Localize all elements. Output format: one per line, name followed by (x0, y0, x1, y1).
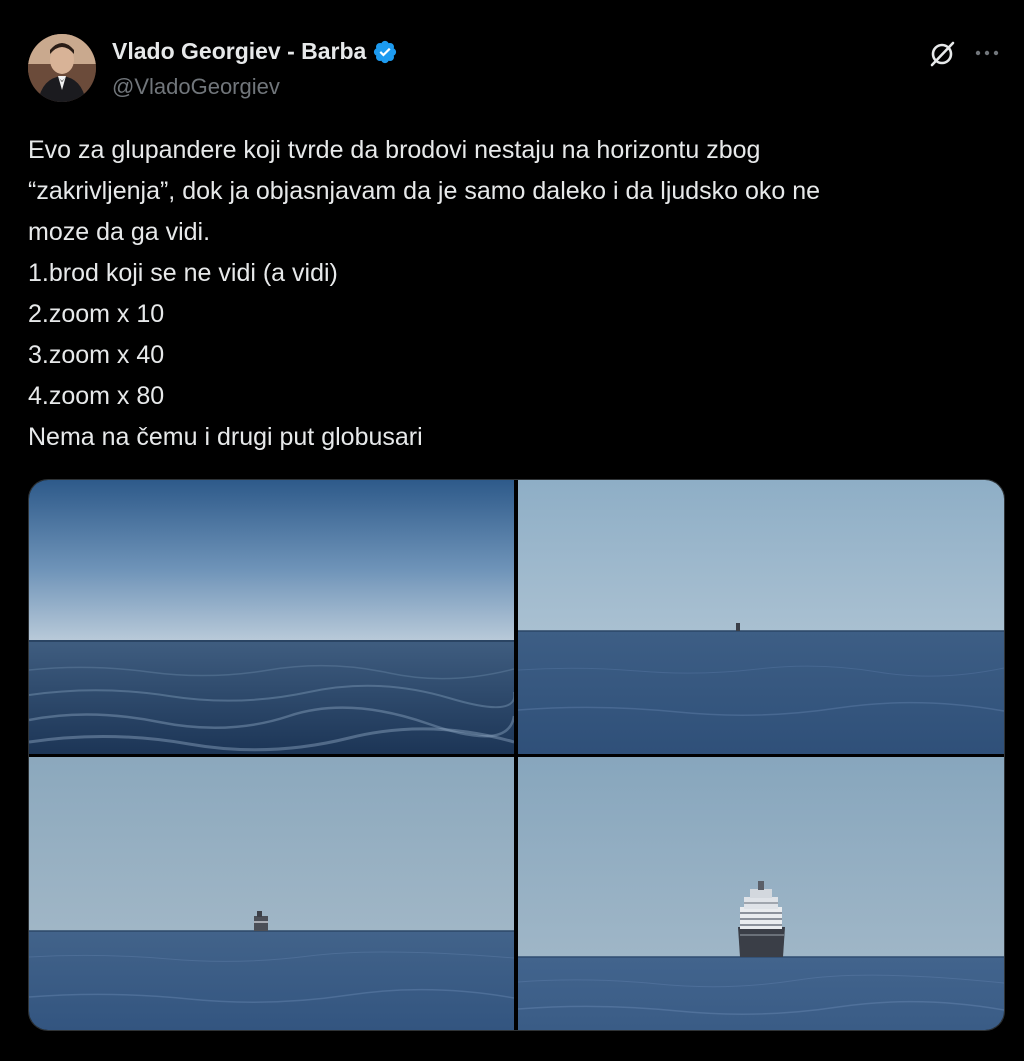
tweet-line: 2.zoom x 10 (28, 300, 165, 328)
tweet-line: moze da ga vidi. (28, 218, 211, 246)
tweet-line: Nema na čemu i drugi put globusari (28, 423, 423, 451)
tweet-text: Evo za glupandere koji tvrde da brodovi … (28, 130, 998, 458)
grok-icon[interactable] (926, 38, 958, 70)
tweet-line: 3.zoom x 40 (28, 341, 165, 369)
media-grid (28, 479, 1005, 1031)
author-handle[interactable]: @VladoGeorgiev (112, 74, 280, 100)
photo-sea-cruise-ship[interactable] (518, 757, 1004, 1030)
tweet-line: 4.zoom x 80 (28, 382, 165, 410)
tweet-card: Vlado Georgiev - Barba @VladoGeorgiev Ev… (0, 0, 1024, 1061)
photo-sea-tiny-ship[interactable] (518, 480, 1004, 754)
tweet-line: 1.brod koji se ne vidi (a vidi) (28, 259, 338, 287)
author-display-name[interactable]: Vlado Georgiev - Barba (112, 38, 398, 65)
photo-sea-no-ship[interactable] (29, 480, 514, 754)
tweet-line: “zakrivljenja”, dok ja objasnjavam da je… (28, 177, 821, 205)
verified-badge-icon[interactable] (372, 39, 398, 65)
more-options-icon[interactable] (972, 40, 1002, 66)
display-name-text[interactable]: Vlado Georgiev - Barba (112, 38, 366, 65)
photo-sea-small-ship[interactable] (29, 757, 514, 1030)
avatar[interactable] (28, 34, 96, 102)
tweet-line: Evo za glupandere koji tvrde da brodovi … (28, 136, 761, 164)
